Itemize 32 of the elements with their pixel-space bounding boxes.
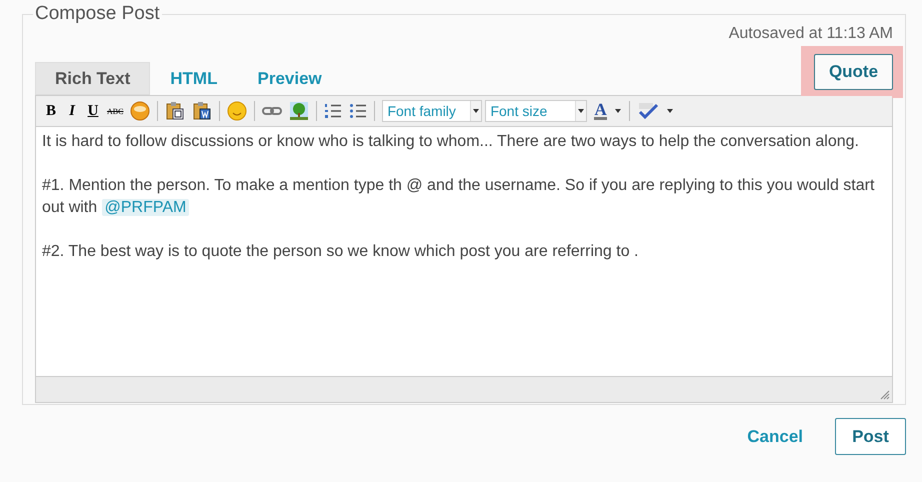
paragraph: #2. The best way is to quote the person so we know which post you are referring to .: [42, 242, 640, 262]
orb-icon[interactable]: [130, 101, 150, 121]
editor-tab[interactable]: Preview: [237, 62, 342, 95]
italic-button[interactable]: I: [65, 102, 79, 120]
caret-icon[interactable]: [666, 108, 674, 114]
link-icon[interactable]: [262, 104, 282, 118]
autosave-status: Autosaved at 11:13 AM: [728, 25, 893, 43]
spellcheck-icon[interactable]: [636, 102, 659, 120]
editor-tab[interactable]: HTML: [150, 62, 238, 95]
clipboard-icon[interactable]: [165, 101, 186, 121]
quote-button[interactable]: Quote: [814, 54, 893, 90]
tree-image-icon[interactable]: [289, 101, 310, 121]
caret-icon[interactable]: [577, 108, 586, 114]
post-button[interactable]: Post: [835, 418, 906, 455]
editor-tab[interactable]: Rich Text: [35, 62, 150, 95]
underline-button[interactable]: U: [86, 102, 100, 120]
caret-icon[interactable]: [614, 108, 622, 114]
resize-handle-icon[interactable]: [880, 390, 890, 400]
numbered-list-icon[interactable]: [324, 102, 342, 120]
clipboard-icon[interactable]: [192, 101, 212, 121]
text-color-button[interactable]: A: [594, 102, 607, 120]
paragraph: It is hard to follow discussions or know who is talking to whom... There are two ways to help the conversation along.: [42, 132, 860, 152]
font-size-select[interactable]: Font size: [485, 100, 588, 122]
cancel-link[interactable]: Cancel: [747, 426, 803, 446]
font-family-select[interactable]: Font family: [382, 100, 482, 122]
smiley-icon[interactable]: [227, 101, 248, 121]
bold-button[interactable]: B: [44, 102, 58, 120]
strikethrough-button[interactable]: ABC: [107, 106, 124, 116]
bullet-list-icon[interactable]: [349, 102, 368, 120]
paragraph: #1. Mention the person. To make a mention type th @ and the username. So if you are replying to this you would start out with @PRFPAM: [42, 176, 876, 218]
caret-icon[interactable]: [472, 108, 480, 114]
section-title: Compose Post: [34, 3, 161, 25]
